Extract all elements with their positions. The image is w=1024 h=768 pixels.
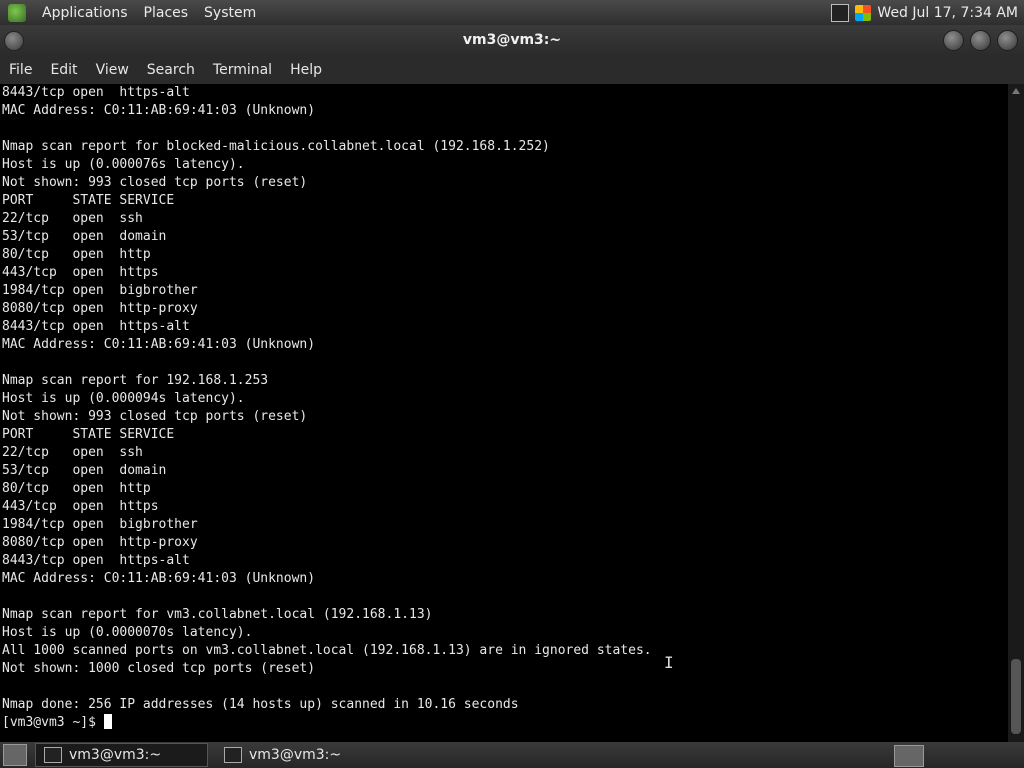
terminal-line: 1984/tcp open bigbrother bbox=[2, 517, 198, 532]
terminal-line: MAC Address: C0:11:AB:69:41:03 (Unknown) bbox=[2, 103, 316, 118]
system-tray: Wed Jul 17, 7:34 AM bbox=[831, 0, 1024, 25]
terminal-menubar: File Edit View Search Terminal Help bbox=[0, 55, 1024, 84]
show-desktop-button[interactable] bbox=[3, 744, 27, 766]
terminal-line: Nmap scan report for blocked-malicious.c… bbox=[2, 139, 550, 154]
terminal-icon bbox=[224, 747, 242, 763]
terminal-lines: 8443/tcp open https-alt MAC Address: C0:1… bbox=[0, 84, 1008, 714]
text-cursor bbox=[103, 714, 112, 729]
terminal-line: PORT STATE SERVICE bbox=[2, 427, 175, 442]
shell-prompt: [vm3@vm3 ~]$ bbox=[2, 715, 104, 730]
terminal-line: Host is up (0.000076s latency). bbox=[2, 157, 245, 172]
menu-terminal[interactable]: Terminal bbox=[204, 62, 281, 78]
close-button[interactable] bbox=[997, 30, 1018, 51]
window-menu-icon[interactable] bbox=[4, 31, 24, 51]
window-title: vm3@vm3:~ bbox=[462, 32, 562, 48]
clock[interactable]: Wed Jul 17, 7:34 AM bbox=[877, 5, 1018, 21]
system-menu[interactable]: System bbox=[204, 5, 256, 21]
taskbar-item-terminal-1[interactable]: vm3@vm3:~ bbox=[35, 743, 208, 767]
taskbar-item-label: vm3@vm3:~ bbox=[249, 747, 342, 763]
workspace-switcher[interactable] bbox=[894, 745, 924, 767]
terminal-line: Nmap scan report for vm3.collabnet.local… bbox=[2, 607, 433, 622]
ibeam-cursor-icon: I bbox=[664, 653, 674, 672]
menu-view[interactable]: View bbox=[87, 62, 138, 78]
terminal-line: 8443/tcp open https-alt bbox=[2, 85, 190, 100]
terminal-line: 22/tcp open ssh bbox=[2, 211, 143, 226]
terminal-line: Not shown: 993 closed tcp ports (reset) bbox=[2, 409, 308, 424]
menu-edit[interactable]: Edit bbox=[41, 62, 86, 78]
terminal-line: 8080/tcp open http-proxy bbox=[2, 535, 198, 550]
terminal-line: Nmap done: 256 IP addresses (14 hosts up… bbox=[2, 697, 519, 712]
terminal-line: 1984/tcp open bigbrother bbox=[2, 283, 198, 298]
terminal-scrollbar[interactable] bbox=[1008, 84, 1024, 742]
terminal-line: Host is up (0.000094s latency). bbox=[2, 391, 245, 406]
windows-flag-icon[interactable] bbox=[855, 4, 872, 21]
terminal-line: 53/tcp open domain bbox=[2, 463, 167, 478]
taskbar-item-terminal-2[interactable]: vm3@vm3:~ bbox=[216, 744, 387, 766]
top-panel-menus: Applications Places System bbox=[0, 3, 256, 22]
network-icon[interactable] bbox=[831, 3, 850, 22]
terminal-line: 443/tcp open https bbox=[2, 499, 159, 514]
terminal-line: 53/tcp open domain bbox=[2, 229, 167, 244]
terminal-prompt-line[interactable]: [vm3@vm3 ~]$ bbox=[0, 714, 1008, 732]
bottom-taskbar: vm3@vm3:~ vm3@vm3:~ bbox=[0, 742, 1024, 768]
places-menu[interactable]: Places bbox=[144, 5, 189, 21]
terminal-line: MAC Address: C0:11:AB:69:41:03 (Unknown) bbox=[2, 571, 316, 586]
terminal-output[interactable]: 8443/tcp open https-alt MAC Address: C0:1… bbox=[0, 84, 1008, 742]
menu-file[interactable]: File bbox=[0, 62, 41, 78]
terminal-icon bbox=[44, 747, 62, 763]
terminal-line: MAC Address: C0:11:AB:69:41:03 (Unknown) bbox=[2, 337, 316, 352]
terminal-line: 8080/tcp open http-proxy bbox=[2, 301, 198, 316]
terminal-line: 80/tcp open http bbox=[2, 481, 151, 496]
terminal-line: PORT STATE SERVICE bbox=[2, 193, 175, 208]
maximize-button[interactable] bbox=[970, 30, 991, 51]
minimize-button[interactable] bbox=[943, 30, 964, 51]
terminal-line: All 1000 scanned ports on vm3.collabnet.… bbox=[2, 643, 652, 658]
terminal-line: Nmap scan report for 192.168.1.253 bbox=[2, 373, 269, 388]
applications-menu[interactable]: Applications bbox=[42, 5, 128, 21]
terminal-line: 443/tcp open https bbox=[2, 265, 159, 280]
terminal-line: Not shown: 1000 closed tcp ports (reset) bbox=[2, 661, 316, 676]
terminal-line: 8443/tcp open https-alt bbox=[2, 553, 190, 568]
menu-search[interactable]: Search bbox=[138, 62, 204, 78]
scroll-up-icon[interactable] bbox=[1012, 88, 1020, 94]
terminal-line: 80/tcp open http bbox=[2, 247, 151, 262]
terminal-line: 8443/tcp open https-alt bbox=[2, 319, 190, 334]
terminal-line: 22/tcp open ssh bbox=[2, 445, 143, 460]
scrollbar-thumb[interactable] bbox=[1011, 659, 1021, 734]
taskbar-item-label: vm3@vm3:~ bbox=[69, 747, 162, 763]
terminal-line: Host is up (0.0000070s latency). bbox=[2, 625, 253, 640]
menu-help[interactable]: Help bbox=[281, 62, 331, 78]
gnome-foot-icon bbox=[8, 3, 26, 22]
window-titlebar[interactable]: vm3@vm3:~ bbox=[0, 25, 1024, 55]
window-controls bbox=[943, 30, 1018, 51]
terminal-line: Not shown: 993 closed tcp ports (reset) bbox=[2, 175, 308, 190]
top-panel: Applications Places System Wed Jul 17, 7… bbox=[0, 0, 1024, 25]
